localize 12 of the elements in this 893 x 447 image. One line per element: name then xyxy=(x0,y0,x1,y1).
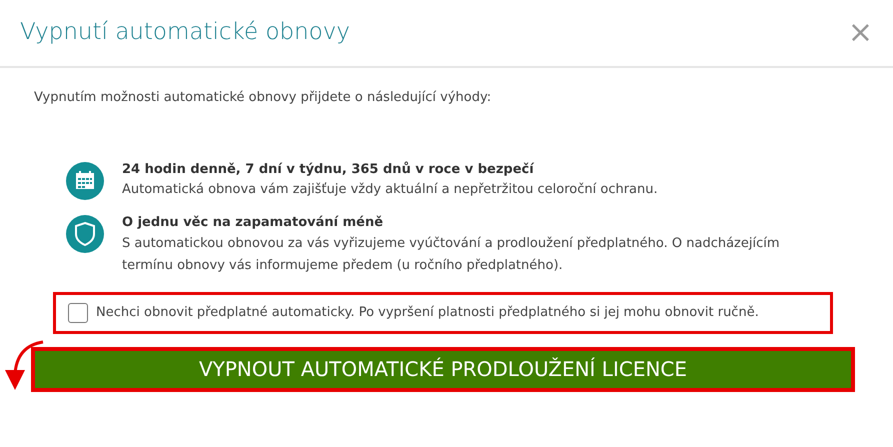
dialog-title: Vypnutí automatické obnovy xyxy=(20,19,350,47)
calendar-icon xyxy=(66,162,104,200)
checkbox[interactable] xyxy=(68,302,88,323)
benefit-title: O jednu věc na zapamatování méně xyxy=(122,214,384,232)
disable-renewal-button[interactable]: VYPNOUT AUTOMATICKÉ PRODLOUŽENÍ LICENCE xyxy=(31,346,855,392)
intro-text: Vypnutím možnosti automatické obnovy přijdete o následující výhody: xyxy=(34,90,492,105)
checkbox-label[interactable]: Nechci obnovit předplatné automaticky. Po vypršení platnosti předplatného si jej mohu obnovit ručně. xyxy=(96,303,759,323)
benefit-text: S automatickou obnovou za vás vyřizujeme vyúčtování a prodloužení předplatného. O nadcházejícím termínu obnovy vás informujeme předem (u ročního předplatného). xyxy=(122,234,781,275)
shield-icon xyxy=(66,215,104,254)
benefit-title: 24 hodin denně, 7 dní v týdnu, 365 dnů v roce v bezpečí xyxy=(122,160,536,178)
benefit-text: Automatická obnova vám zajišťuje vždy aktuální a nepřetržitou celoroční ochranu. xyxy=(122,181,658,199)
close-button[interactable]: × xyxy=(848,18,873,48)
